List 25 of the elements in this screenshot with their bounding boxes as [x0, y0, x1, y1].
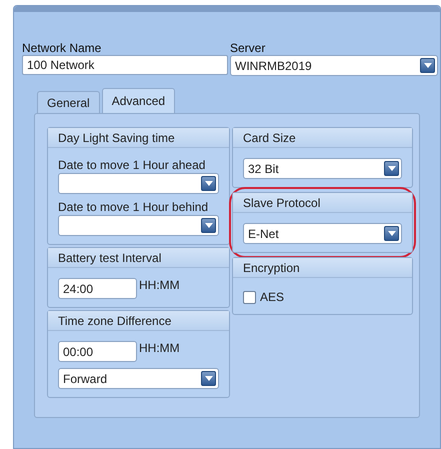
- checkbox[interactable]: [243, 290, 256, 304]
- network-name-label: Network Name: [22, 41, 102, 55]
- dropdown-field[interactable]: E-Net: [243, 223, 402, 244]
- tab[interactable]: Advanced: [102, 88, 176, 113]
- tab[interactable]: General: [37, 91, 100, 113]
- group-header: Day Light Saving time: [48, 128, 229, 148]
- dropdown-field[interactable]: 32 Bit: [243, 158, 402, 179]
- field-label: Date to move 1 Hour behind: [58, 200, 210, 214]
- server-label: Server: [230, 41, 266, 55]
- field-label: Date to move 1 Hour ahead: [58, 158, 206, 172]
- time-input-field[interactable]: 00:00: [58, 341, 137, 362]
- group-header: Card Size: [233, 128, 412, 148]
- checkbox-label: AES: [260, 289, 284, 306]
- unit-label: HH:MM: [139, 341, 180, 355]
- group-header: Slave Protocol: [233, 193, 412, 213]
- unit-label: HH:MM: [139, 278, 180, 292]
- group-header: Time zone Difference: [48, 311, 229, 331]
- group-header: Battery test Interval: [48, 248, 229, 268]
- network-name-field[interactable]: 100 Network: [22, 55, 228, 75]
- dropdown-field[interactable]: [58, 173, 219, 194]
- time-input-field[interactable]: 24:00: [58, 278, 137, 299]
- dropdown-field[interactable]: [58, 215, 219, 236]
- server-dropdown[interactable]: WINRMB2019: [230, 55, 438, 76]
- group-header: Encryption: [233, 258, 412, 278]
- dropdown-field[interactable]: Forward: [58, 368, 219, 389]
